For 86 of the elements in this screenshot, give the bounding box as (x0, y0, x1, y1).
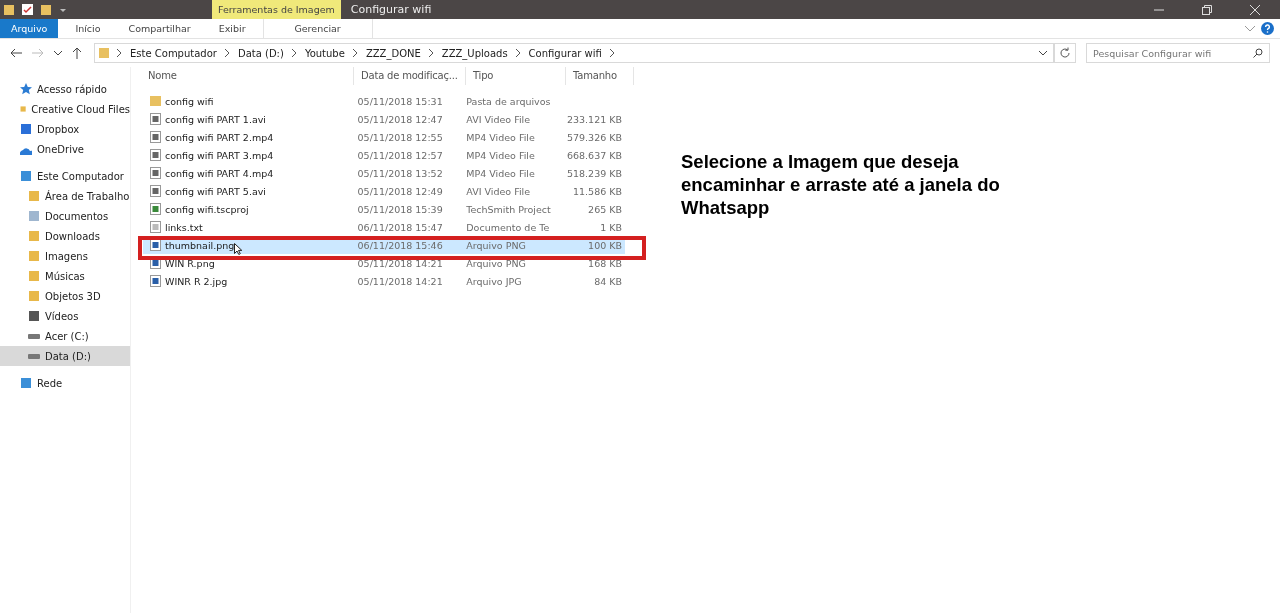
column-header[interactable]: Data de modificaç... (354, 67, 466, 85)
breadcrumb[interactable]: Data (D:) (237, 47, 284, 59)
back-arrow-icon[interactable] (10, 48, 22, 58)
chevron-down-icon[interactable] (54, 50, 62, 56)
close-icon[interactable] (1250, 4, 1260, 15)
breadcrumb[interactable]: Youtube (304, 47, 345, 59)
sidebar-item[interactable]: Downloads (0, 226, 130, 246)
file-row[interactable]: WINR R 2.jpg 05/11/2018 14:21 Arquivo JPG 84 KB (143, 272, 625, 290)
restore-icon[interactable] (1202, 4, 1212, 15)
search-box[interactable]: Pesquisar Configurar wifi (1086, 43, 1270, 63)
search-icon[interactable] (1253, 48, 1263, 58)
sidebar-item[interactable]: Dropbox (0, 119, 130, 139)
sidebar-item[interactable]: Rede (0, 373, 130, 393)
drive-icon (28, 333, 40, 339)
drive-icon (28, 353, 40, 359)
address-bar[interactable]: Este Computador Data (D:) Youtube ZZZ_DONE ZZZ_Uploads Configurar wifi (94, 43, 1054, 63)
folder-icon (150, 95, 161, 107)
folder-icon (28, 250, 40, 262)
column-header[interactable]: Tipo (466, 67, 566, 85)
file-icon (150, 203, 161, 215)
folder-icon (28, 190, 40, 202)
sidebar-item[interactable]: OneDrive (0, 139, 130, 159)
folder-icon[interactable] (4, 3, 14, 16)
video-file-icon (150, 131, 161, 143)
checklist-icon[interactable] (22, 4, 33, 15)
file-row[interactable]: config wifi PART 5.avi 05/11/2018 12:49 AVI Video File 11.586 KB (143, 182, 625, 200)
chevron-right-icon[interactable] (291, 49, 297, 57)
sidebar-item[interactable]: Data (D:) (0, 346, 130, 366)
sidebar-item[interactable]: Área de Trabalho (0, 186, 130, 206)
sidebar-item[interactable]: Acesso rápido (0, 79, 130, 99)
chevron-down-icon[interactable] (1039, 50, 1047, 56)
video-file-icon (150, 149, 161, 161)
file-row[interactable]: config wifi PART 3.mp4 05/11/2018 12:57 MP4 Video File 668.637 KB (143, 146, 625, 164)
column-header[interactable]: Nome (141, 67, 354, 85)
sidebar-item[interactable]: Creative Cloud Files (0, 99, 130, 119)
context-tab-title: Ferramentas de Imagem (212, 0, 341, 19)
file-row[interactable]: config wifi.tscproj 05/11/2018 15:39 TechSmith Project 265 KB (143, 200, 625, 218)
ribbon-tab[interactable]: Início (64, 19, 112, 38)
window-title: Configurar wifi (349, 3, 432, 16)
chevron-right-icon[interactable] (117, 49, 122, 57)
file-row[interactable]: config wifi PART 2.mp4 05/11/2018 12:55 MP4 Video File 579.326 KB (143, 128, 625, 146)
ribbon-tab[interactable]: Arquivo (0, 19, 59, 38)
help-icon[interactable] (1261, 22, 1274, 35)
video-file-icon (150, 113, 161, 125)
sidebar-item[interactable]: Documentos (0, 206, 130, 226)
ribbon-tab[interactable]: Exibir (207, 19, 257, 38)
chevron-right-icon[interactable] (428, 49, 434, 57)
instruction-text: Selecione a Imagem que deseja encaminhar e arraste até a janela do Whatsapp (681, 150, 1001, 219)
up-arrow-icon[interactable] (72, 47, 82, 59)
chevron-right-icon[interactable] (609, 49, 615, 57)
star-icon (20, 83, 32, 95)
sidebar-item[interactable]: Este Computador (0, 166, 130, 186)
folder-icon (20, 103, 27, 115)
sidebar-item[interactable]: Acer (C:) (0, 326, 130, 346)
folder-icon (99, 47, 109, 59)
mouse-cursor-icon (234, 243, 243, 255)
file-row[interactable]: config wifi PART 1.avi 05/11/2018 12:47 AVI Video File 233.121 KB (143, 110, 625, 128)
sidebar-item[interactable]: Vídeos (0, 306, 130, 326)
sidebar-item[interactable]: Músicas (0, 266, 130, 286)
refresh-button[interactable] (1054, 43, 1076, 63)
video-file-icon (150, 185, 161, 197)
ribbon-tab[interactable]: Compartilhar (117, 19, 202, 38)
chevron-right-icon[interactable] (352, 49, 358, 57)
file-icon (150, 221, 161, 233)
refresh-icon[interactable] (1059, 47, 1071, 59)
breadcrumb[interactable]: Este Computador (130, 47, 217, 59)
file-row[interactable]: config wifi PART 4.mp4 05/11/2018 13:52 MP4 Video File 518.239 KB (143, 164, 625, 182)
chevron-right-icon[interactable] (224, 49, 230, 57)
breadcrumb[interactable]: ZZZ_Uploads (441, 47, 508, 59)
file-row[interactable]: config wifi 05/11/2018 15:31 Pasta de arquivos (143, 92, 625, 110)
folder-icon[interactable] (41, 3, 51, 16)
column-header[interactable]: Tamanho (566, 67, 634, 85)
ribbon-tab[interactable]: Gerenciar (262, 19, 373, 38)
image-file-icon (150, 257, 161, 269)
breadcrumb[interactable]: Configurar wifi (528, 47, 602, 59)
sidebar-item[interactable]: Objetos 3D (0, 286, 130, 306)
file-row[interactable]: links.txt 06/11/2018 15:47 Documento de Te 1 KB (143, 218, 625, 236)
breadcrumb[interactable]: ZZZ_DONE (365, 47, 421, 59)
video-file-icon (150, 167, 161, 179)
folder-icon (28, 230, 40, 242)
chevron-right-icon[interactable] (515, 49, 521, 57)
image-file-icon (150, 239, 161, 251)
folder-icon (28, 290, 40, 302)
sidebar-item[interactable]: Imagens (0, 246, 130, 266)
folder-icon (28, 270, 40, 282)
image-file-icon (150, 275, 161, 287)
